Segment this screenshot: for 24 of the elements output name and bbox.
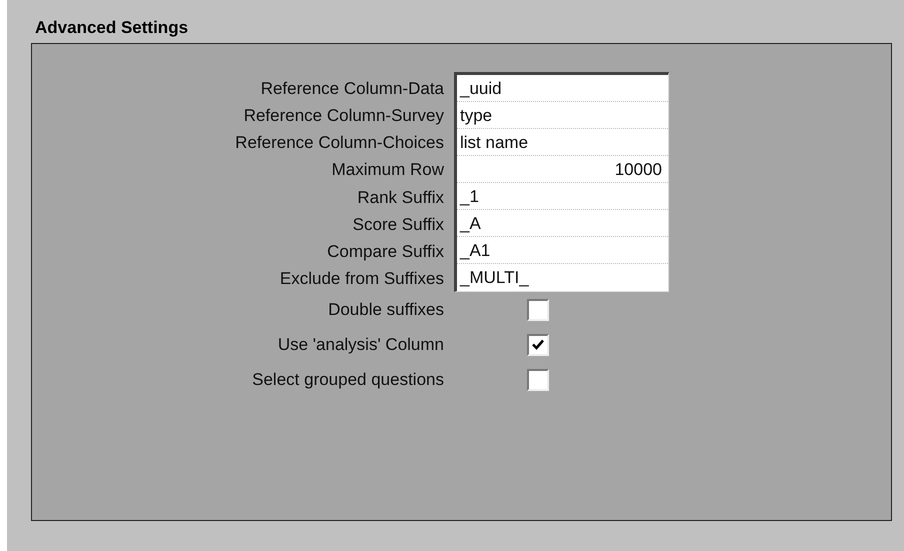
checkbox-label: Use 'analysis' Column xyxy=(276,334,444,356)
input-field[interactable]: _MULTI_ xyxy=(457,264,668,291)
checkbox-label: Select grouped questions xyxy=(251,369,444,391)
input-field[interactable]: list name xyxy=(457,129,668,156)
field-label: Compare Suffix xyxy=(326,240,444,263)
section-title: Advanced Settings xyxy=(35,18,190,38)
checkbox[interactable] xyxy=(527,368,549,390)
input-field[interactable]: _A1 xyxy=(457,237,668,264)
input-field[interactable]: 10000 xyxy=(457,156,668,183)
input-field[interactable]: _uuid xyxy=(457,75,668,102)
checkbox[interactable] xyxy=(527,334,549,356)
field-label: Exclude from Suffixes xyxy=(278,268,444,290)
check-icon xyxy=(532,339,544,350)
checkbox[interactable] xyxy=(527,298,549,320)
checkbox-label: Double suffixes xyxy=(327,299,444,321)
field-label: Rank Suffix xyxy=(356,186,444,208)
field-label: Maximum Row xyxy=(330,159,444,182)
field-label: Reference Column-Survey xyxy=(242,105,444,128)
input-field[interactable]: _1 xyxy=(457,183,668,210)
input-field[interactable]: _A xyxy=(457,210,668,237)
field-label: Score Suffix xyxy=(352,214,444,236)
field-label: Reference Column-Data xyxy=(260,78,444,100)
field-label: Reference Column-Choices xyxy=(234,132,444,154)
input-field[interactable]: type xyxy=(457,102,668,129)
